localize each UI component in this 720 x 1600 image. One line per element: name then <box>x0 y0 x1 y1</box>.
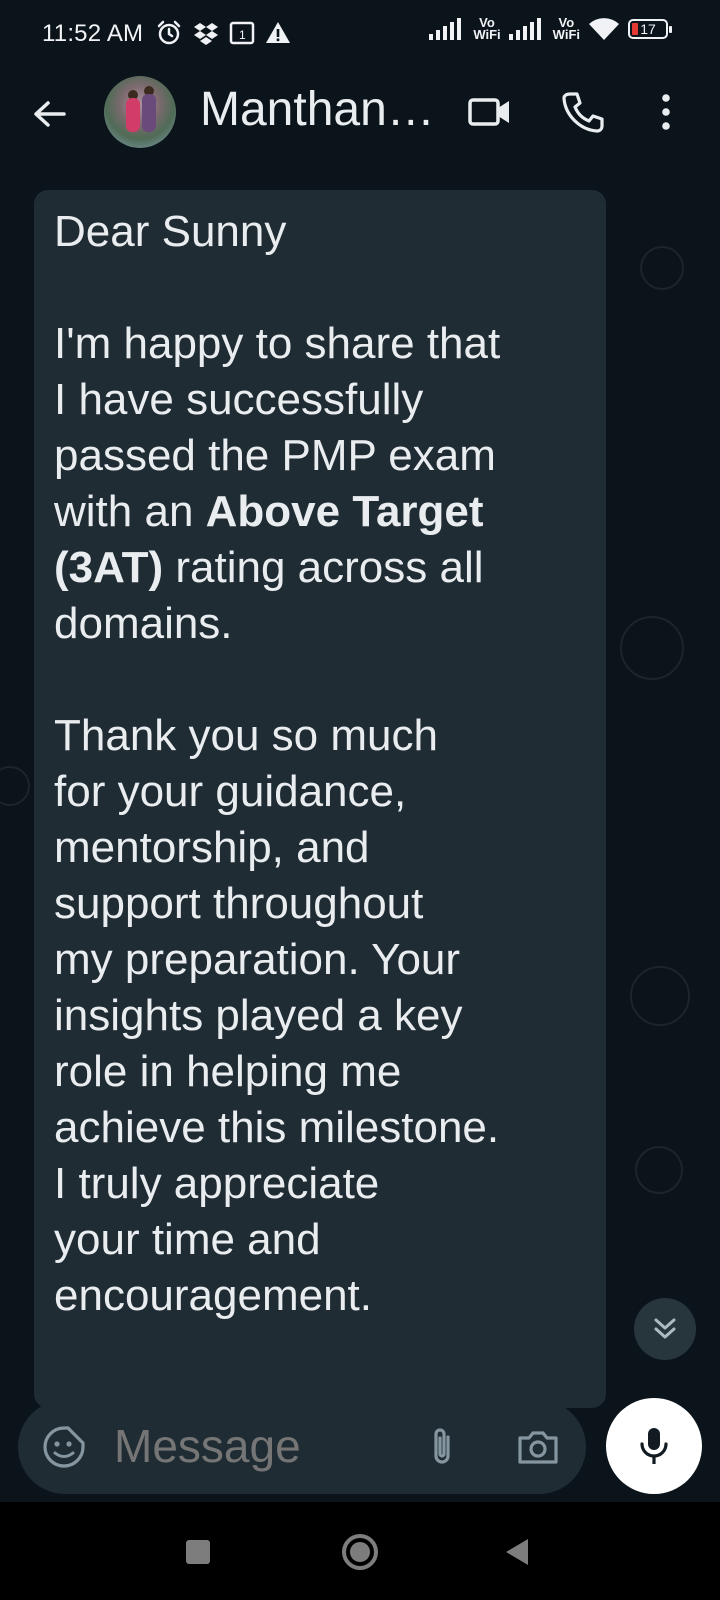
battery-icon: 17 <box>628 19 672 39</box>
wallpaper-doodle <box>630 966 690 1026</box>
back-arrow-icon[interactable] <box>28 92 72 136</box>
message-line: encouragement. <box>54 1271 372 1320</box>
chat-header: Manthan… <box>0 70 720 167</box>
alarm-icon <box>157 20 181 45</box>
warning-icon <box>266 22 290 43</box>
status-time: 11:52 AM <box>42 20 144 47</box>
svg-text:1: 1 <box>239 28 246 42</box>
wallpaper-doodle <box>620 616 684 680</box>
signal-icon <box>508 18 541 40</box>
system-nav-bar <box>0 1502 720 1600</box>
message-line: I'm happy to share that <box>54 319 501 368</box>
message-line: with an Above Target <box>54 487 484 536</box>
voice-call-icon[interactable] <box>558 88 606 136</box>
message-line: your time and <box>54 1215 321 1264</box>
sim-icon: 1 <box>229 21 255 45</box>
video-call-icon[interactable] <box>466 88 514 136</box>
wallpaper-doodle <box>0 766 30 806</box>
scroll-to-bottom-button[interactable] <box>634 1298 696 1360</box>
status-bar: 11:52 AM 1 Vo WiFi Vo WiFi 17 <box>0 0 720 70</box>
message-line: (3AT) rating across all <box>54 543 484 592</box>
more-options-icon[interactable] <box>652 88 680 136</box>
message-composer <box>18 1400 586 1494</box>
attach-icon[interactable] <box>418 1423 466 1471</box>
dropbox-icon <box>194 23 218 45</box>
message-line: mentorship, and <box>54 823 370 872</box>
message-line: for your guidance, <box>54 767 407 816</box>
message-line: Dear Sunny <box>54 207 287 256</box>
wallpaper-doodle <box>635 1146 683 1194</box>
home-icon[interactable] <box>336 1528 384 1576</box>
vowifi-label-1: Vo WiFi <box>473 15 501 42</box>
message-line: I truly appreciate <box>54 1159 380 1208</box>
vowifi-label-2: Vo WiFi <box>552 15 580 42</box>
voice-message-button[interactable] <box>606 1398 702 1494</box>
back-nav-icon[interactable] <box>496 1530 540 1574</box>
message-line: domains. <box>54 599 233 648</box>
contact-name[interactable]: Manthan… <box>200 82 440 137</box>
sticker-icon[interactable] <box>40 1423 88 1471</box>
wifi-icon <box>589 18 619 40</box>
signal-icon <box>429 18 462 40</box>
message-line: passed the PMP exam <box>54 431 496 480</box>
recents-icon[interactable] <box>176 1530 220 1574</box>
status-right-icons: Vo WiFi Vo WiFi 17 <box>429 15 672 42</box>
double-chevron-down-icon <box>654 1318 676 1339</box>
message-input[interactable] <box>112 1418 366 1474</box>
mic-icon <box>640 1428 668 1464</box>
message-line: role in helping me <box>54 1047 402 1096</box>
camera-icon[interactable] <box>514 1423 562 1471</box>
chat-area[interactable]: Dear Sunny I'm happy to share that I hav… <box>0 166 720 1502</box>
message-line: Thank you so much <box>54 711 438 760</box>
bold-text: Above Target <box>205 487 484 536</box>
message-line: support throughout <box>54 879 424 928</box>
message-line: my preparation. Your <box>54 935 461 984</box>
message-line: I have successfully <box>54 375 424 424</box>
avatar[interactable] <box>104 76 176 148</box>
bold-text: (3AT) <box>54 543 164 592</box>
message-line: insights played a key <box>54 991 463 1040</box>
wallpaper-doodle <box>640 246 684 290</box>
status-left-icons: 1 <box>155 19 291 47</box>
message-bubble[interactable]: Dear Sunny I'm happy to share that I hav… <box>34 190 606 1408</box>
message-line: achieve this milestone. <box>54 1103 500 1152</box>
message-text: Dear Sunny I'm happy to share that I hav… <box>54 204 586 1324</box>
